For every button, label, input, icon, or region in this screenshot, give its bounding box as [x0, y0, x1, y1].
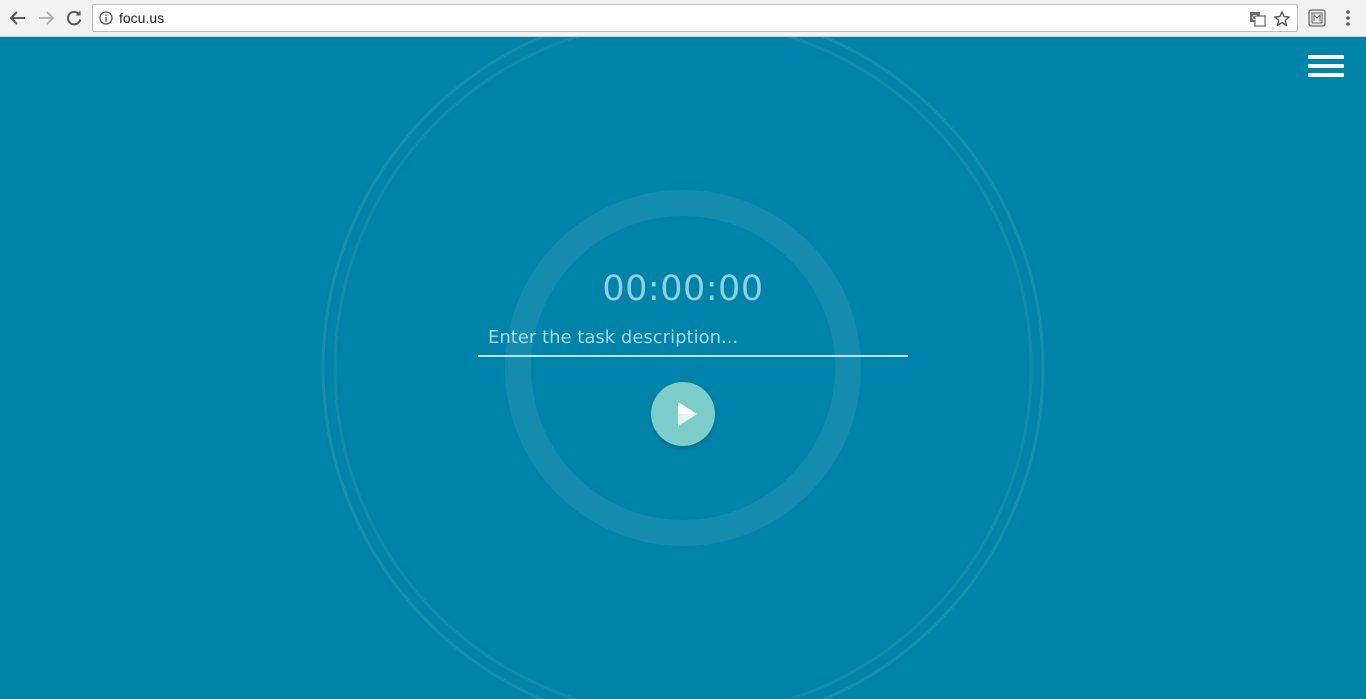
- focus-timer-app: 00:00:00: [0, 37, 1366, 699]
- task-description-input[interactable]: [478, 319, 908, 357]
- star-icon[interactable]: [1273, 10, 1291, 28]
- background-rings: [321, 37, 1045, 699]
- more-vertical-icon[interactable]: [1340, 8, 1356, 28]
- back-arrow-icon[interactable]: [7, 7, 29, 29]
- browser-toolbar: focu.us G: [0, 0, 1366, 37]
- forward-arrow-icon[interactable]: [35, 7, 57, 29]
- translate-icon[interactable]: G: [1249, 10, 1267, 28]
- reload-icon[interactable]: [63, 7, 85, 29]
- address-bar[interactable]: focu.us G: [92, 4, 1298, 32]
- play-icon: [678, 402, 697, 426]
- extension-icon[interactable]: [1307, 8, 1327, 28]
- svg-text:G: G: [1252, 14, 1257, 22]
- url-text: focu.us: [119, 10, 165, 26]
- play-button[interactable]: [651, 382, 715, 446]
- info-icon[interactable]: [99, 11, 113, 25]
- timer-display: 00:00:00: [602, 269, 764, 309]
- hamburger-menu-icon[interactable]: [1308, 55, 1344, 79]
